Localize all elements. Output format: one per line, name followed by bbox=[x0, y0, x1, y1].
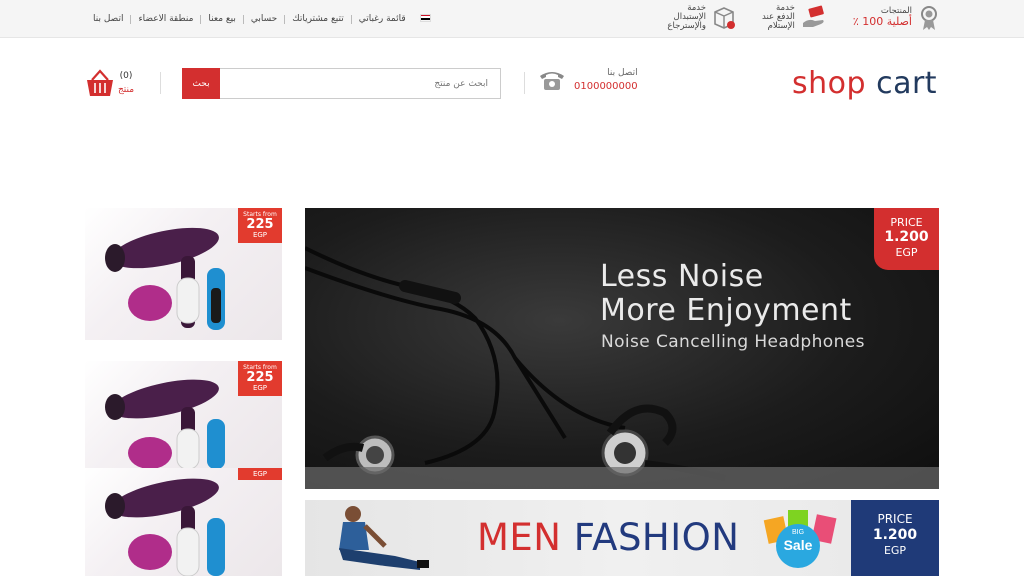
site-logo[interactable]: shop cart bbox=[792, 66, 937, 101]
feature-badges: المنتجات أصلية 100 ٪ خدمة الدفع عند الإس… bbox=[667, 4, 940, 31]
price-label: PRICE bbox=[890, 216, 923, 229]
nav-separator bbox=[242, 14, 244, 24]
side-banner-3[interactable]: EGP bbox=[85, 468, 282, 576]
hero-price-tag: PRICE 1.200 EGP bbox=[874, 208, 939, 270]
sale-badge-top: BIG bbox=[792, 529, 804, 536]
cart-count: (0) bbox=[119, 71, 133, 81]
sale-badge-main: Sale bbox=[784, 537, 813, 553]
cash-hand-icon bbox=[802, 5, 824, 27]
contact-block: اتصل بنا 0100000000 bbox=[538, 68, 638, 92]
price-tag-value: 225 bbox=[246, 217, 274, 232]
members-area-link[interactable]: منطقة الاعضاء bbox=[131, 14, 200, 24]
price-tag: EGP bbox=[238, 468, 282, 480]
feature-text: أصلية 100 ٪ bbox=[852, 15, 912, 28]
feature-text: والإسترجاع bbox=[667, 21, 707, 31]
fashion-banner[interactable]: MEN FASHION BIG Sale PRICE 1.200 EGP bbox=[305, 500, 939, 576]
price-tag-value: 225 bbox=[246, 370, 274, 385]
phone-icon bbox=[540, 72, 564, 90]
logo-cart: cart bbox=[876, 66, 938, 101]
cart-widget[interactable]: (0) منتج bbox=[86, 68, 134, 98]
price-tag-currency: EGP bbox=[252, 384, 268, 392]
track-orders-link[interactable]: تتبع مشترياتك bbox=[285, 14, 350, 24]
contact-us-link[interactable]: اتصل بنا bbox=[86, 14, 130, 24]
egypt-flag-icon bbox=[419, 13, 431, 22]
price-value: 1.200 bbox=[872, 527, 918, 543]
nav-separator bbox=[200, 14, 202, 24]
logo-shop: shop bbox=[792, 66, 867, 101]
language-flag[interactable] bbox=[413, 13, 435, 25]
banner-strip bbox=[305, 467, 939, 489]
fashion-price-tag: PRICE 1.200 EGP bbox=[851, 500, 939, 576]
nav-separator bbox=[350, 14, 352, 24]
cart-label: منتج bbox=[118, 85, 135, 95]
header-divider bbox=[160, 72, 161, 94]
feature-cod: خدمة الدفع عند الإستلام bbox=[762, 4, 827, 31]
basket-icon bbox=[87, 69, 113, 96]
top-nav: قائمة رغباتي تتبع مشترياتك حسابي بيع معن… bbox=[86, 0, 435, 38]
hero-subtitle: Noise Cancelling Headphones bbox=[601, 332, 865, 352]
fashion-title: MEN FASHION bbox=[477, 516, 739, 559]
contact-number[interactable]: 0100000000 bbox=[574, 81, 638, 92]
header-divider bbox=[524, 72, 525, 94]
price-currency: EGP bbox=[895, 246, 918, 259]
contact-label: اتصل بنا bbox=[607, 68, 638, 78]
wishlist-link[interactable]: قائمة رغباتي bbox=[352, 14, 413, 24]
side-banner-1[interactable]: Starts from 225 EGP bbox=[85, 208, 282, 340]
feature-return: خدمة الإستبدال والإسترجاع bbox=[667, 4, 736, 31]
price-currency: EGP bbox=[883, 544, 907, 557]
feature-text: الإستلام bbox=[767, 21, 795, 31]
hero-headline: Less Noise More Enjoyment bbox=[600, 260, 852, 328]
search-input[interactable] bbox=[220, 68, 501, 99]
search-bar: بحث bbox=[182, 68, 501, 99]
sale-bag-icon: BIG Sale bbox=[763, 510, 837, 568]
top-bar: قائمة رغباتي تتبع مشترياتك حسابي بيع معن… bbox=[0, 0, 1024, 38]
nav-separator bbox=[130, 14, 132, 24]
price-tag-currency: EGP bbox=[252, 231, 268, 239]
price-tag: Starts from 225 EGP bbox=[238, 361, 282, 396]
hero-banner[interactable]: Less Noise More Enjoyment Noise Cancelli… bbox=[305, 208, 939, 489]
fashion-title-fashion: FASHION bbox=[573, 516, 740, 559]
hero-line-1: Less Noise bbox=[600, 259, 764, 294]
side-banner-2[interactable]: Starts from 225 EGP bbox=[85, 361, 282, 468]
box-return-icon bbox=[714, 6, 736, 29]
price-label: PRICE bbox=[877, 512, 913, 526]
my-account-link[interactable]: حسابي bbox=[244, 14, 284, 24]
hero-line-2: More Enjoyment bbox=[600, 293, 852, 328]
price-value: 1.200 bbox=[884, 229, 929, 245]
fashion-title-men: MEN bbox=[477, 516, 562, 559]
search-button[interactable]: بحث bbox=[182, 68, 220, 99]
nav-separator bbox=[284, 14, 286, 24]
male-model-image bbox=[339, 506, 429, 570]
medal-icon bbox=[921, 5, 937, 30]
price-tag: Starts from 225 EGP bbox=[238, 208, 282, 243]
appliances-image bbox=[105, 478, 225, 576]
price-tag-currency: EGP bbox=[252, 470, 268, 478]
feature-original: المنتجات أصلية 100 ٪ bbox=[853, 4, 940, 31]
sell-with-us-link[interactable]: بيع معنا bbox=[201, 14, 243, 24]
